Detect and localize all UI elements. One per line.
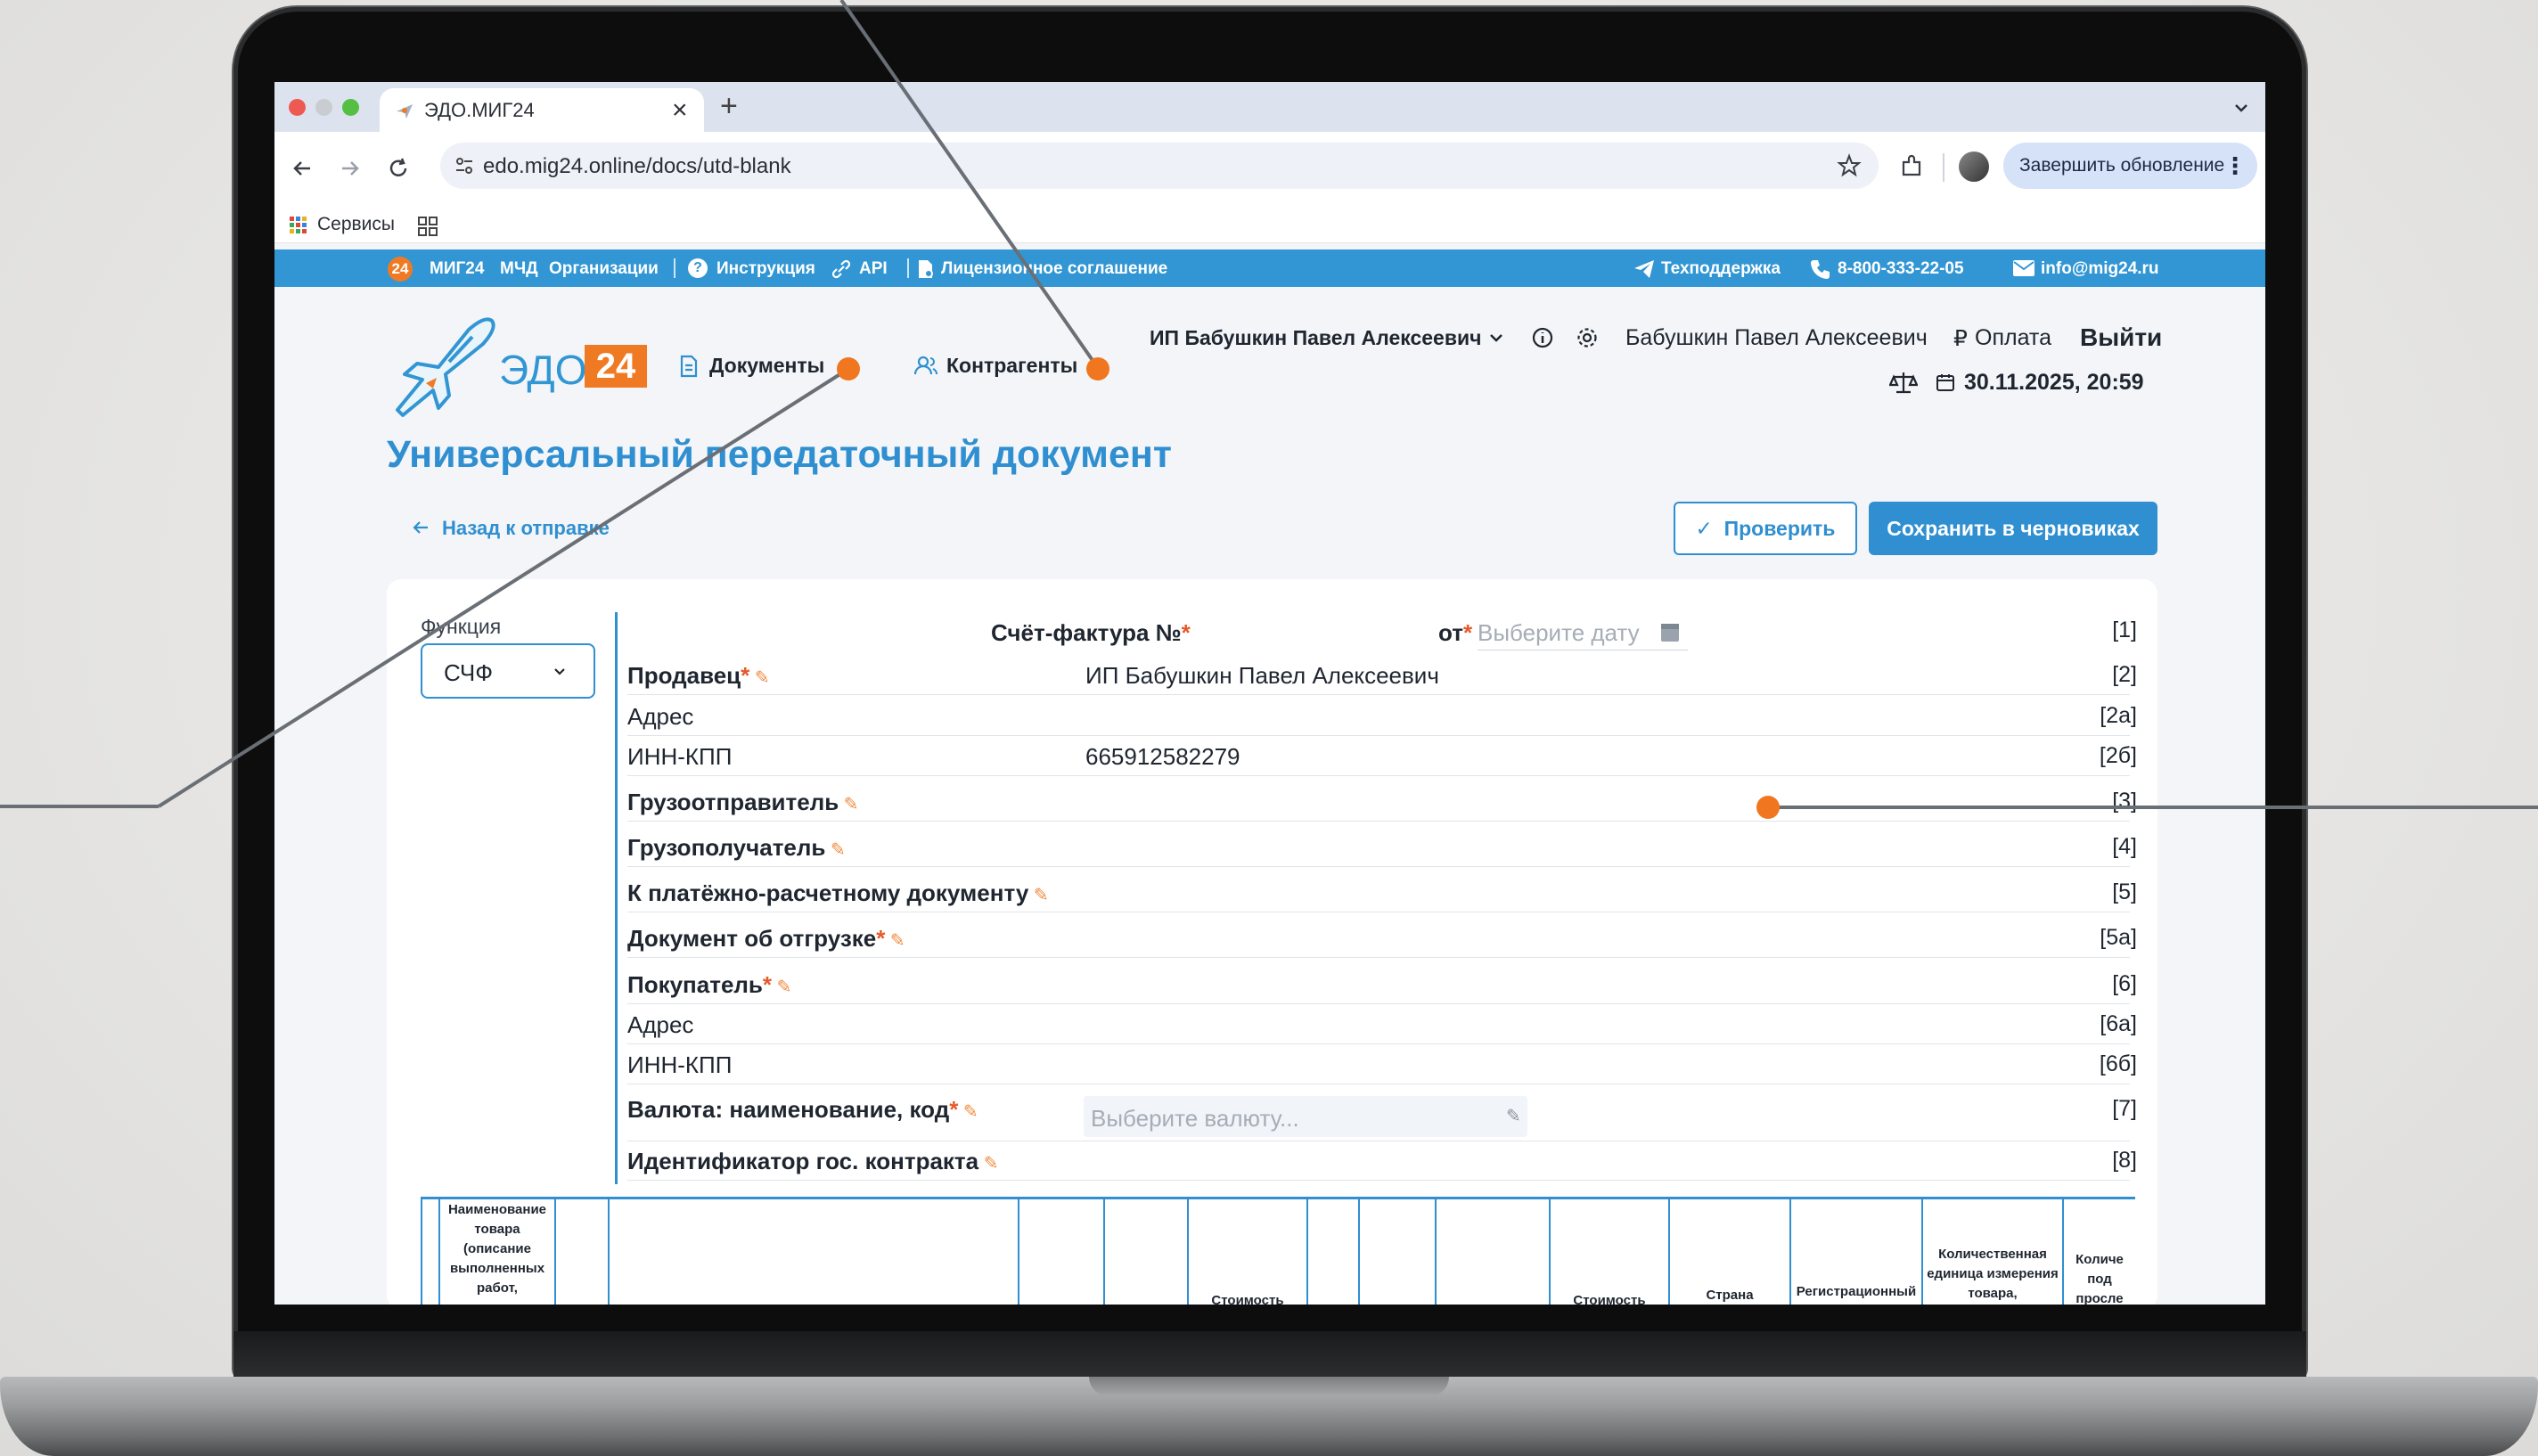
callout-line [157,367,850,808]
annotation-dot [1086,357,1109,380]
annotation-overlay [0,0,2538,819]
callout-line [839,0,1100,370]
annotation-dot [1756,796,1780,819]
annotation-dot [837,357,860,380]
